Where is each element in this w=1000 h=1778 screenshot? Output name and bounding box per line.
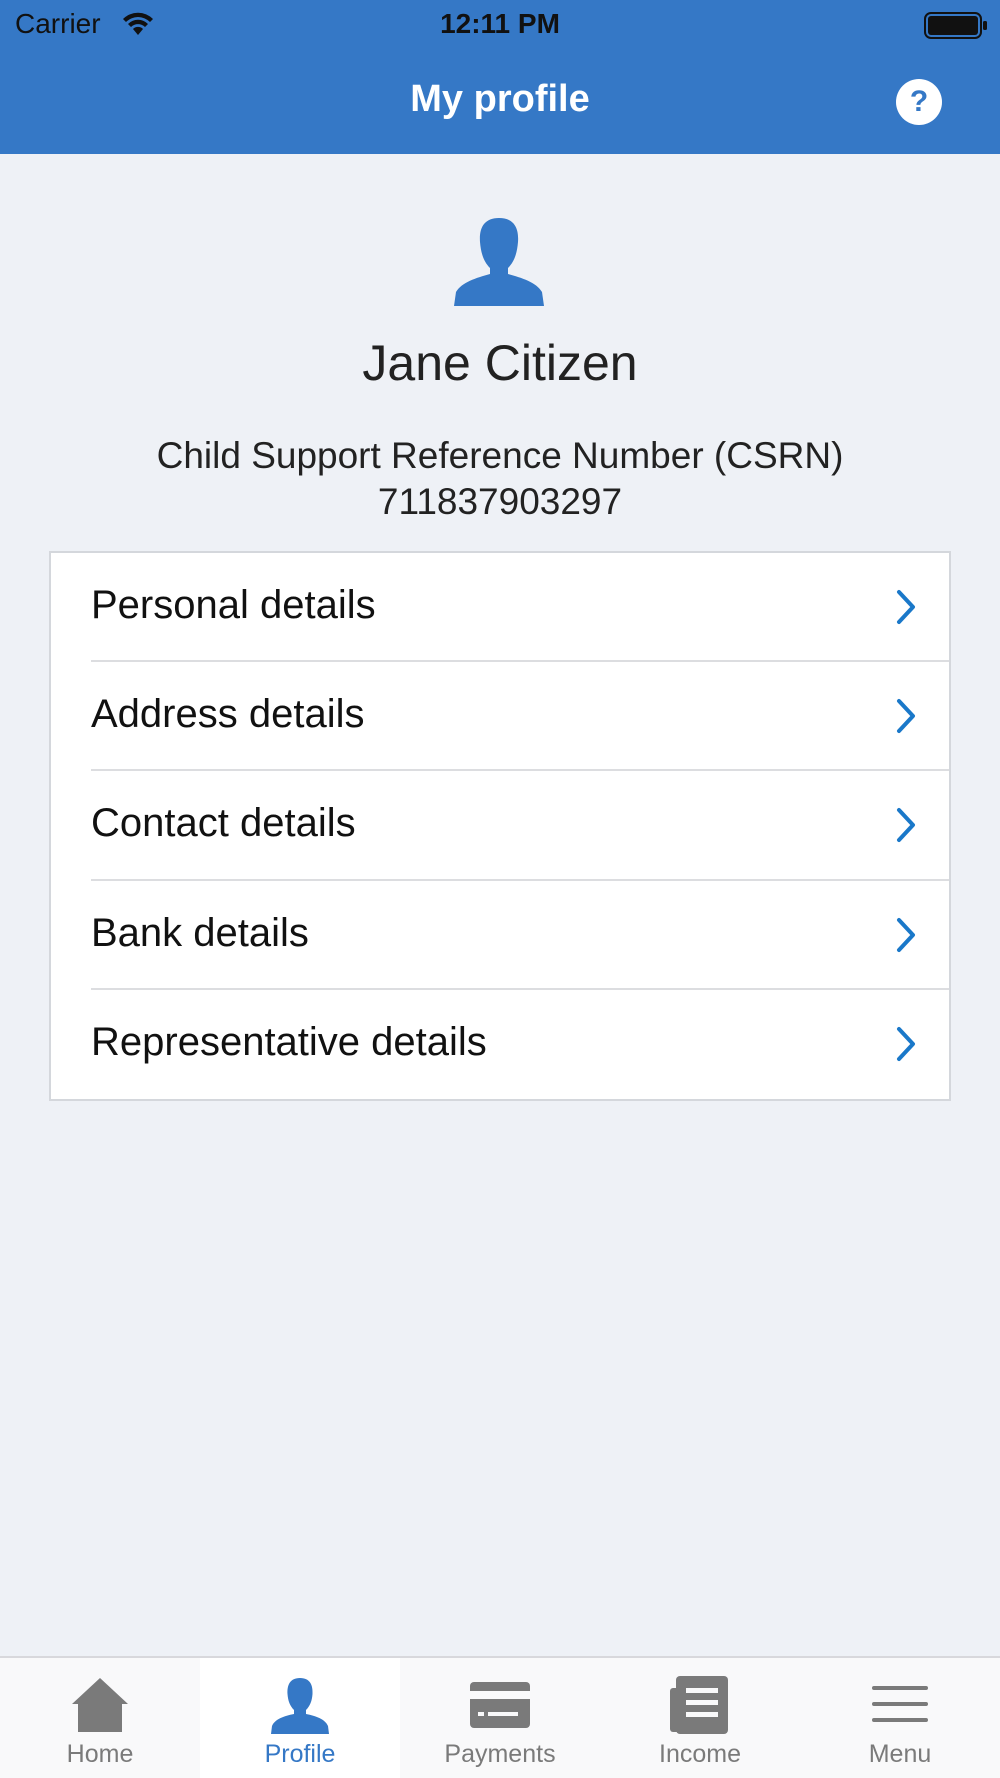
chevron-right-icon <box>897 917 915 952</box>
reference-number: 711837903297 <box>377 481 623 522</box>
tab-profile[interactable]: Profile <box>200 1658 400 1778</box>
tab-label: Income <box>659 1740 741 1768</box>
tab-label: Profile <box>264 1740 336 1768</box>
chevron-right-icon <box>897 590 915 624</box>
tab-menu[interactable]: Menu <box>800 1658 1000 1778</box>
status-bar: Carrier 12:11 PM <box>0 0 1000 50</box>
list-item-label: Personal details <box>91 583 376 627</box>
chevron-right-icon <box>897 699 915 734</box>
tab-label: Home <box>66 1740 134 1768</box>
list-item-label: Bank details <box>91 910 309 955</box>
address-details-item[interactable]: Address details <box>51 662 949 772</box>
contact-details-item[interactable]: Contact details <box>51 771 949 881</box>
tab-label: Payments <box>444 1740 556 1768</box>
tab-label: Menu <box>868 1740 932 1768</box>
reference-label: Child Support Reference Number (CSRN) <box>156 435 844 476</box>
list-item-label: Address details <box>91 692 365 737</box>
details-list: Personal details Address details Contact… <box>49 551 951 1101</box>
tab-home[interactable]: Home <box>0 1658 200 1778</box>
personal-details-item[interactable]: Personal details <box>51 553 949 663</box>
clock: 12:11 PM <box>440 8 560 39</box>
menu-icon <box>872 1686 928 1722</box>
avatar-icon <box>454 218 544 306</box>
user-name: Jane Citizen <box>362 335 638 391</box>
tab-income[interactable]: Income <box>600 1658 800 1778</box>
income-icon <box>670 1676 728 1734</box>
list-item-label: Representative details <box>91 1019 487 1064</box>
home-icon <box>72 1678 128 1732</box>
profile-icon <box>271 1678 329 1734</box>
bank-details-item[interactable]: Bank details <box>51 881 949 990</box>
payments-icon <box>470 1682 530 1728</box>
help-button[interactable]: ? <box>896 79 942 125</box>
tab-bar: Home Profile Payments Income Menu <box>0 1656 1000 1778</box>
tab-payments[interactable]: Payments <box>400 1658 600 1778</box>
battery-icon <box>924 12 987 39</box>
list-item-label: Contact details <box>91 801 356 846</box>
navigation-header: Carrier 12:11 PM My profile ? <box>0 0 1000 154</box>
page-title: My profile <box>410 78 590 120</box>
chevron-right-icon <box>897 808 915 843</box>
chevron-right-icon <box>897 1026 915 1061</box>
representative-details-item[interactable]: Representative details <box>51 990 949 1099</box>
